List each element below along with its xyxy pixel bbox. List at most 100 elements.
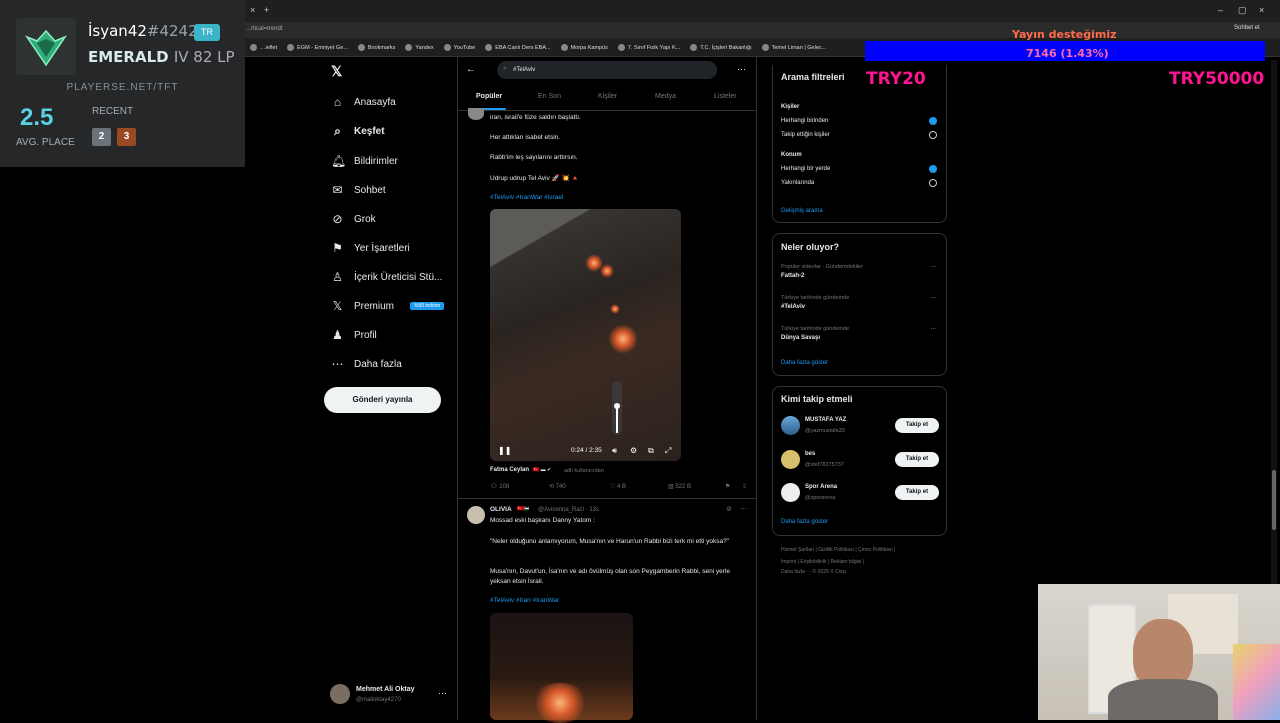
volume-icon[interactable]: 🔊︎: [612, 446, 617, 456]
filter-option[interactable]: Herhangi birinden: [781, 118, 828, 124]
follow-button[interactable]: Takip et: [895, 452, 939, 467]
tab-lists[interactable]: Listeler: [714, 93, 737, 100]
suggested-user-handle: @sporarena: [805, 495, 836, 501]
trend-topic[interactable]: Fattah-2: [781, 273, 804, 279]
tweet-hashtags[interactable]: #TelAviv #Iran #IranWar: [490, 597, 559, 604]
tweet-text-line: Rabb'im leş sayılarını arttırsın.: [490, 154, 578, 161]
account-menu-icon[interactable]: ⋯: [438, 688, 447, 699]
pause-icon[interactable]: ❚❚: [498, 446, 511, 455]
sidebar-item-messages[interactable]: ✉ Sohbet: [331, 183, 385, 197]
account-handle: @malioktay4270: [356, 697, 401, 703]
fullscreen-icon[interactable]: ⤢: [665, 446, 671, 456]
bookmark-item[interactable]: Temel Liman | Gelec...: [761, 38, 826, 57]
tweet-author[interactable]: OLIVIA: [490, 506, 512, 513]
follow-more-link[interactable]: Daha fazla göster: [781, 519, 828, 525]
footer-links[interactable]: Imprint | Erişilebilirlik | Reklam bilgi…: [781, 559, 864, 565]
footer-links[interactable]: Hizmet Şartları | Gizlilik Politikası | …: [781, 547, 895, 553]
tweet-handle[interactable]: @Avicenna_Razi · 13s: [538, 507, 599, 513]
sidebar-item-bookmarks[interactable]: ⚑ Yer İşaretleri: [331, 241, 410, 255]
trend-menu-icon[interactable]: ⋯: [930, 263, 937, 271]
tweet-media-image[interactable]: [490, 613, 633, 723]
tab-popular[interactable]: Popüler: [476, 93, 502, 100]
volume-handle[interactable]: [614, 403, 620, 409]
chat-extension-label[interactable]: Sohbet et: [1234, 25, 1260, 31]
search-input[interactable]: #TelAviv: [497, 61, 717, 79]
sidebar-item-creator-studio[interactable]: ♙ İçerik Üreticisi Stü...: [331, 270, 442, 284]
trend-topic[interactable]: #TelAviv: [781, 304, 805, 310]
search-options-icon[interactable]: ⋯: [737, 64, 746, 75]
bookmark-item[interactable]: 7. Sınıf Fizik Yapı K...: [617, 38, 680, 57]
profile-icon: ♟: [332, 328, 343, 342]
bookmark-item[interactable]: EGM - Emniyet Ge...: [287, 38, 348, 57]
bookmark-item[interactable]: T.C. İçişleri Bakanlığı: [690, 38, 752, 57]
advanced-search-link[interactable]: Gelişmiş arama: [781, 208, 823, 214]
filter-option[interactable]: Herhangi bir yerde: [781, 166, 830, 172]
follow-button[interactable]: Takip et: [895, 485, 939, 500]
tab-latest[interactable]: En Son: [538, 93, 561, 100]
bookmark-label: T.C. İçişleri Bakanlığı: [700, 44, 752, 51]
tab-media[interactable]: Medya: [655, 93, 676, 100]
footer-links[interactable]: Daha fazla ··· © 2025 X Corp.: [781, 569, 847, 575]
close-tab-icon[interactable]: ×: [250, 5, 255, 15]
settings-icon[interactable]: ⚙: [630, 446, 637, 455]
trends-more-link[interactable]: Daha fazla göster: [781, 360, 828, 366]
suggested-user-name[interactable]: bes: [805, 451, 815, 457]
close-window-icon[interactable]: ×: [1259, 5, 1264, 15]
suggested-user-name[interactable]: MUSTAFA YAZ: [805, 417, 846, 423]
tweet-menu-icon[interactable]: ⋯: [740, 505, 747, 513]
sidebar-item-explore[interactable]: ⌕ Keşfet: [331, 124, 384, 139]
volume-slider[interactable]: [612, 381, 622, 435]
filter-option[interactable]: Yakınlarında: [781, 180, 814, 186]
video-source-author[interactable]: Fatma Ceylan: [490, 467, 529, 473]
bookmark-item[interactable]: …ieflet: [250, 38, 277, 57]
radio-unchecked[interactable]: [929, 131, 937, 139]
bookmark-item[interactable]: EBA Canlı Ders EBA...: [485, 38, 551, 57]
suggested-user-name[interactable]: Spor Arena: [805, 484, 837, 490]
sidebar-item-more[interactable]: ⋯ Daha fazla: [331, 357, 402, 371]
x-logo-icon[interactable]: 𝕏: [331, 63, 342, 80]
bookmark-icon[interactable]: ⚑: [725, 483, 730, 490]
trend-menu-icon[interactable]: ⋯: [930, 325, 937, 333]
sidebar-item-notifications[interactable]: 🔔︎ Bildirimler: [331, 154, 398, 168]
like-count[interactable]: ♡ 4 B: [610, 483, 626, 490]
avatar[interactable]: [781, 416, 800, 435]
avatar[interactable]: [781, 483, 800, 502]
video-player[interactable]: ❚❚ 0:24 / 2:35 🔊︎ ⚙ ⧉ ⤢: [490, 209, 681, 461]
pip-icon[interactable]: ⧉: [648, 446, 654, 456]
bookmark-item[interactable]: Bookmarks: [357, 38, 395, 57]
avatar[interactable]: [467, 506, 485, 524]
share-icon[interactable]: ⇪: [742, 483, 747, 490]
sidebar-item-profile[interactable]: ♟ Profil: [331, 328, 377, 342]
bookmark-item[interactable]: Yandex: [405, 38, 434, 57]
reply-count[interactable]: 💬︎ 108: [490, 483, 509, 490]
bookmark-favicon-icon: [443, 44, 451, 51]
radio-checked[interactable]: [929, 165, 937, 173]
new-tab-icon[interactable]: +: [264, 5, 269, 15]
tab-people[interactable]: Kişiler: [598, 93, 617, 100]
creator-studio-icon: ♙: [332, 270, 343, 284]
trend-menu-icon[interactable]: ⋯: [930, 294, 937, 302]
avatar[interactable]: [330, 684, 350, 704]
maximize-icon[interactable]: ▢: [1238, 5, 1247, 16]
avatar[interactable]: [468, 108, 484, 120]
repost-count[interactable]: ⟲ 740: [549, 483, 566, 490]
radio-checked[interactable]: [929, 117, 937, 125]
view-count[interactable]: ▥ 522 B: [668, 483, 691, 490]
follow-button[interactable]: Takip et: [895, 418, 939, 433]
minimize-icon[interactable]: –: [1218, 5, 1223, 15]
back-arrow-icon[interactable]: ←: [466, 64, 476, 75]
sidebar-item-grok[interactable]: ⊘ Grok: [331, 212, 375, 226]
avatar[interactable]: [781, 450, 800, 469]
radio-unchecked[interactable]: [929, 179, 937, 187]
sidebar-item-premium[interactable]: 𝕏 Premium %50 indirim: [331, 299, 445, 313]
scrollbar-thumb[interactable]: [1272, 470, 1276, 530]
grok-icon[interactable]: ⊘: [726, 505, 732, 513]
post-button[interactable]: Gönderi yayınla: [324, 387, 441, 413]
bookmark-item[interactable]: YouTube: [443, 38, 475, 57]
donation-goal-title: Yayın desteğimiz: [1012, 28, 1117, 41]
bookmark-item[interactable]: Morpa Kampüs: [560, 38, 608, 57]
filter-option[interactable]: Takip ettiğin kişiler: [781, 132, 830, 138]
trend-topic[interactable]: Dünya Savaşı: [781, 335, 820, 341]
sidebar-item-home[interactable]: ⌂ Anasayfa: [331, 95, 396, 109]
tweet-hashtags[interactable]: #TelAviv #IranWar #israel: [490, 194, 563, 201]
